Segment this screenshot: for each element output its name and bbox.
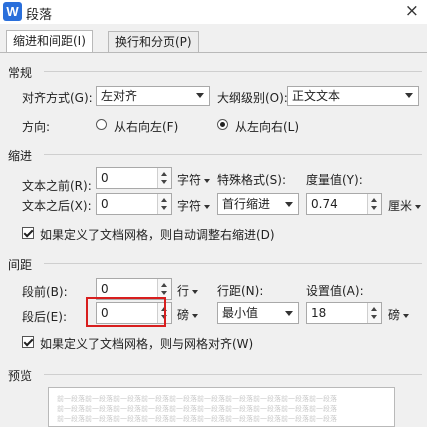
tab-line-page-breaks[interactable]: 换行和分页(P) <box>108 31 199 52</box>
chevron-down-icon <box>405 93 413 98</box>
section-general-heading: 常规 <box>8 66 33 80</box>
line-spacing-label: 行距(N): <box>217 284 264 298</box>
spinner-icon[interactable] <box>157 279 171 299</box>
tab-divider <box>0 52 427 53</box>
preview-sample-line: 前一段落前一段落前一段落前一段落前一段落前一段落前一段落前一段落前一段落前一段落 <box>57 415 337 423</box>
spacing-before-unit[interactable]: 行 <box>177 282 198 299</box>
spacing-before-label: 段前(B): <box>22 285 68 299</box>
indent-after-label: 文本之后(X): <box>22 199 92 213</box>
special-format-label: 特殊格式(S): <box>217 173 287 187</box>
indent-before-input[interactable]: 0 <box>96 167 172 189</box>
alignment-label: 对齐方式(G): <box>22 91 93 105</box>
alignment-value: 左对齐 <box>101 89 138 103</box>
preview-sample-line: 前一段落前一段落前一段落前一段落前一段落前一段落前一段落前一段落前一段落前一段落 <box>57 405 337 413</box>
spinner-icon[interactable] <box>157 168 171 188</box>
preview-panel: 前一段落前一段落前一段落前一段落前一段落前一段落前一段落前一段落前一段落前一段落… <box>48 387 395 427</box>
snap-grid-label[interactable]: 如果定义了文档网格，则与网格对齐(W) <box>40 335 253 352</box>
chevron-down-icon <box>285 311 293 316</box>
wps-app-icon: W <box>3 2 22 21</box>
snap-grid-checkbox[interactable] <box>22 336 34 348</box>
radio-rtl-label[interactable]: 从右向左(F) <box>114 118 178 135</box>
alignment-select[interactable]: 左对齐 <box>96 86 210 106</box>
spinner-icon[interactable] <box>367 194 381 214</box>
direction-label: 方向: <box>22 120 51 134</box>
setting-value: 18 <box>311 306 327 320</box>
outline-level-value: 正文文本 <box>292 89 341 103</box>
spinner-icon[interactable] <box>157 194 171 214</box>
setting-value-input[interactable]: 18 <box>306 302 382 324</box>
section-spacing-heading: 间距 <box>8 258 33 272</box>
spinner-icon[interactable] <box>367 303 381 323</box>
line-spacing-select[interactable]: 最小值 <box>217 302 299 324</box>
section-indent-heading: 缩进 <box>8 149 33 163</box>
indent-after-value: 0 <box>101 197 109 211</box>
indent-after-unit[interactable]: 字符 <box>177 197 210 214</box>
indent-before-unit[interactable]: 字符 <box>177 171 210 188</box>
highlight-box <box>86 297 166 327</box>
spacing-after-label: 段后(E): <box>22 310 67 324</box>
radio-ltr-label[interactable]: 从左向右(L) <box>235 118 299 135</box>
section-divider <box>44 263 422 264</box>
outline-level-label: 大纲级别(O): <box>217 91 288 105</box>
special-format-value: 首行缩进 <box>222 197 271 211</box>
section-divider <box>44 71 422 72</box>
section-preview-heading: 预览 <box>8 369 33 383</box>
measure-input[interactable]: 0.74 <box>306 193 382 215</box>
indent-before-label: 文本之前(R): <box>22 179 92 193</box>
outline-level-select[interactable]: 正文文本 <box>287 86 419 106</box>
chevron-down-icon <box>196 93 204 98</box>
radio-rtl[interactable] <box>96 119 107 130</box>
indent-after-input[interactable]: 0 <box>96 193 172 215</box>
line-spacing-value: 最小值 <box>222 306 259 320</box>
spacing-before-value: 0 <box>101 282 109 296</box>
section-divider <box>44 154 422 155</box>
chevron-down-icon <box>285 202 293 207</box>
measure-unit[interactable]: 厘米 <box>388 197 421 214</box>
indent-before-value: 0 <box>101 171 109 185</box>
tab-indent-spacing[interactable]: 缩进和间距(I) <box>6 30 93 53</box>
setting-value-unit[interactable]: 磅 <box>388 306 409 323</box>
auto-adjust-label[interactable]: 如果定义了文档网格，则自动调整右缩进(D) <box>40 226 275 243</box>
measure-label: 度量值(Y): <box>306 173 363 187</box>
section-divider <box>44 374 422 375</box>
spacing-after-unit[interactable]: 磅 <box>177 306 198 323</box>
close-icon[interactable]: × <box>405 1 419 21</box>
special-format-select[interactable]: 首行缩进 <box>217 193 299 215</box>
dialog-title: 段落 <box>26 8 53 23</box>
preview-sample-line: 前一段落前一段落前一段落前一段落前一段落前一段落前一段落前一段落前一段落前一段落 <box>57 395 337 403</box>
setting-value-label: 设置值(A): <box>306 284 364 298</box>
auto-adjust-checkbox[interactable] <box>22 227 34 239</box>
measure-value: 0.74 <box>311 197 338 211</box>
title-bar <box>0 0 427 24</box>
radio-ltr[interactable] <box>217 119 228 130</box>
